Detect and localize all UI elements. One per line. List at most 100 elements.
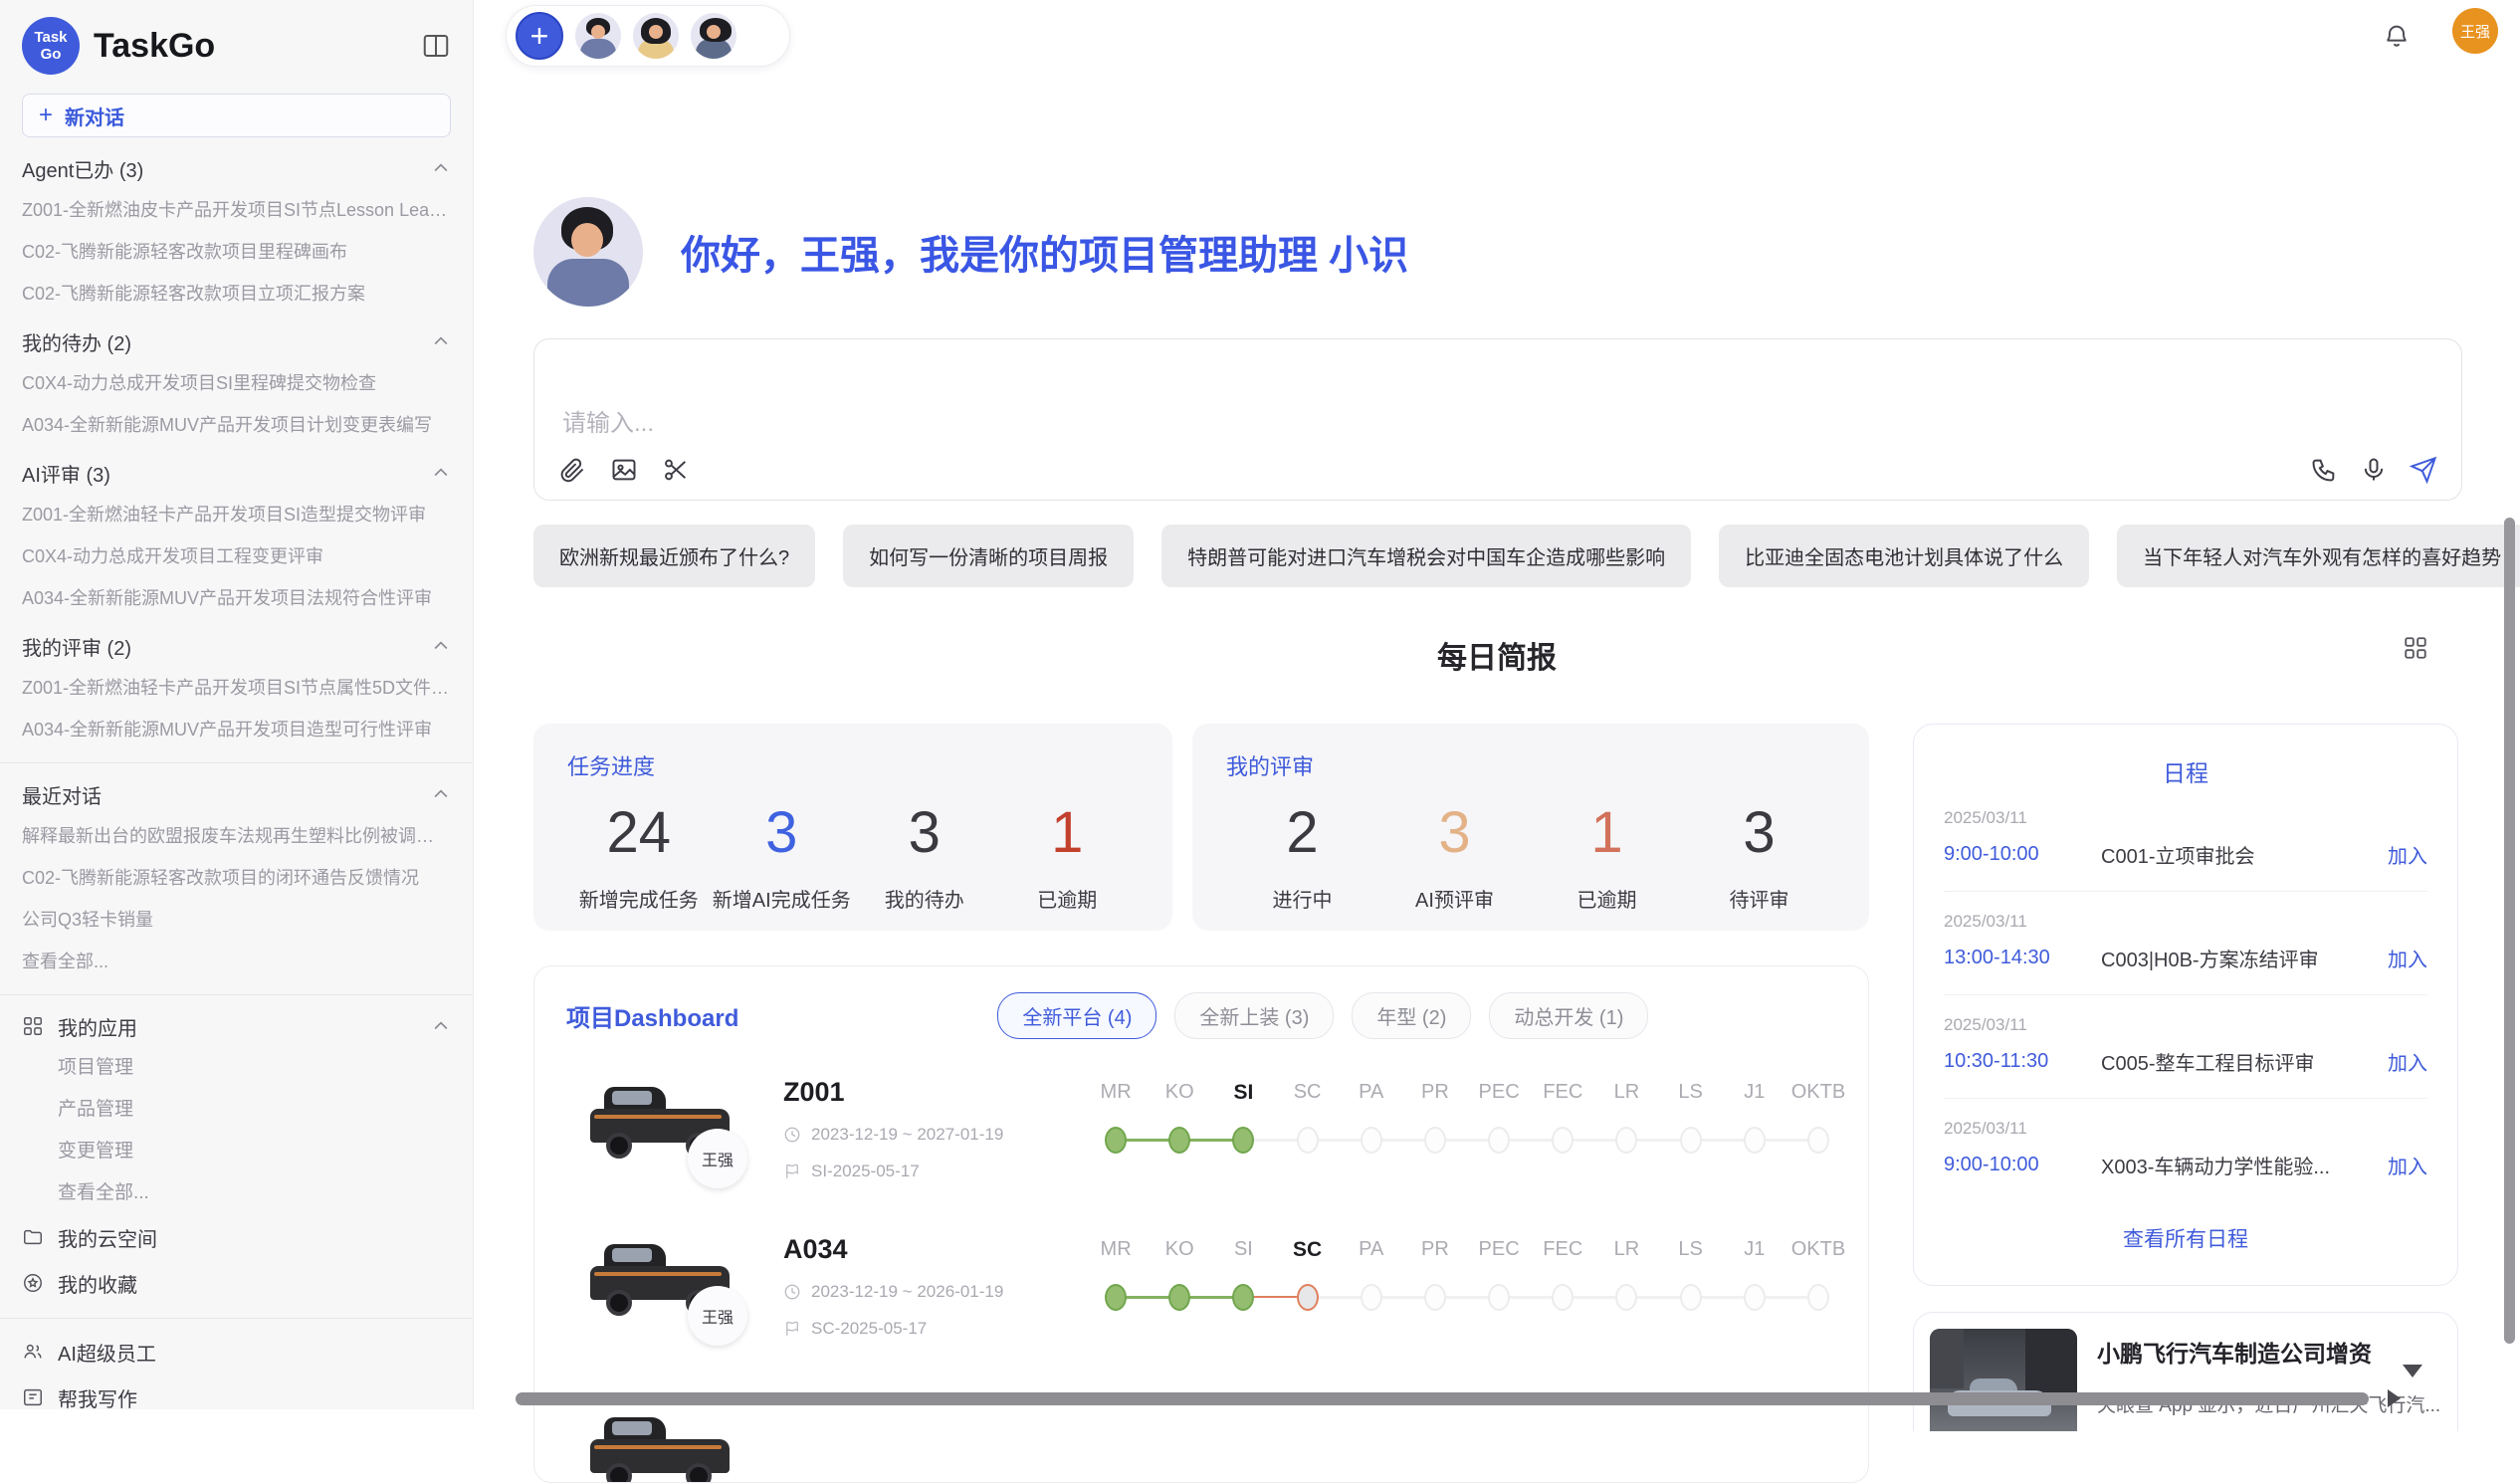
milestone-dot[interactable] <box>1552 1127 1574 1154</box>
milestone-dot[interactable] <box>1488 1284 1510 1311</box>
scroll-right-arrow[interactable] <box>2388 1389 2401 1407</box>
greeting-block: 你好，王强，我是你的项目管理助理 小识 <box>533 197 1408 307</box>
milestone-dot[interactable] <box>1168 1284 1190 1311</box>
suggestion-chip[interactable]: 比亚迪全固态电池计划具体说了什么 <box>1719 525 2089 587</box>
scroll-down-arrow[interactable] <box>2403 1365 2422 1377</box>
sidebar-item-tool[interactable]: 帮我写作 <box>22 1375 451 1409</box>
suggestion-chip[interactable]: 如何写一份清晰的项目周报 <box>843 525 1134 587</box>
dashboard-tab[interactable]: 全新平台 (4) <box>997 992 1156 1039</box>
milestone-dot[interactable] <box>1424 1284 1446 1311</box>
agent-avatar[interactable] <box>575 13 621 59</box>
sidebar-item-favorites[interactable]: 我的收藏 <box>22 1260 451 1306</box>
milestone-dot[interactable] <box>1105 1127 1127 1154</box>
list-item[interactable]: 查看全部... <box>22 1172 451 1214</box>
mic-icon[interactable] <box>2360 456 2388 484</box>
milestone-dot[interactable] <box>1807 1284 1829 1311</box>
milestone-dot[interactable] <box>1361 1284 1382 1311</box>
suggestion-chip[interactable]: 特朗普可能对进口汽车增税会对中国车企造成哪些影响 <box>1161 525 1691 587</box>
milestone-dot[interactable] <box>1105 1284 1127 1311</box>
agent-avatar[interactable] <box>691 13 736 59</box>
chevron-up-icon[interactable] <box>431 463 451 483</box>
stat-label: 已逾期 <box>996 884 1140 913</box>
milestone-dot[interactable] <box>1488 1127 1510 1154</box>
milestone-dot[interactable] <box>1744 1284 1766 1311</box>
list-item[interactable]: C02-飞腾新能源轻客改款项目里程碑画布 <box>22 231 451 273</box>
milestone-dot[interactable] <box>1615 1284 1637 1311</box>
list-item[interactable]: A034-全新新能源MUV产品开发项目造型可行性评审 <box>22 709 451 750</box>
sidebar-section-header[interactable]: AI评审 (3) <box>22 452 451 494</box>
list-item[interactable]: 变更管理 <box>22 1131 451 1172</box>
attachment-icon[interactable] <box>558 456 586 484</box>
list-item[interactable]: Z001-全新燃油皮卡产品开发项目SI节点Lesson Learn报告 <box>22 189 451 231</box>
news-card[interactable]: 小鹏飞行汽车制造公司增资 天眼查 App 显示，近日广州汇天飞行汽... <box>1913 1312 2458 1431</box>
chevron-up-icon[interactable] <box>431 784 451 804</box>
scissors-icon[interactable] <box>662 456 690 484</box>
join-link[interactable]: 加入 <box>2388 1047 2427 1076</box>
milestone-dot[interactable] <box>1615 1127 1637 1154</box>
sidebar-item-my-apps[interactable]: 我的应用 <box>22 1005 451 1047</box>
image-icon[interactable] <box>610 456 638 484</box>
list-item[interactable]: C02-飞腾新能源轻客改款项目的闭环通告反馈情况 <box>22 857 451 899</box>
milestone-dot[interactable] <box>1552 1284 1574 1311</box>
my-apps-row[interactable]: 我的应用 <box>22 1003 431 1049</box>
milestone-dot[interactable] <box>1680 1284 1702 1311</box>
sidebar-section-recent[interactable]: 最近对话 <box>22 773 451 815</box>
sidebar-collapse-icon[interactable] <box>421 31 451 61</box>
chevron-up-icon[interactable] <box>431 158 451 178</box>
chevron-up-icon[interactable] <box>431 636 451 656</box>
agent-avatar[interactable] <box>633 13 679 59</box>
milestone-dot[interactable] <box>1744 1127 1766 1154</box>
notification-bell-icon[interactable] <box>2383 22 2411 50</box>
milestone-dot[interactable] <box>1424 1127 1446 1154</box>
table-row <box>566 1381 1836 1441</box>
briefing-layout-icon[interactable] <box>2403 635 2428 661</box>
list-item[interactable]: C02-飞腾新能源轻客改款项目立项汇报方案 <box>22 273 451 315</box>
milestone-dot[interactable] <box>1807 1127 1829 1154</box>
suggestion-chip[interactable]: 欧洲新规最近颁布了什么? <box>533 525 815 587</box>
milestone-dot[interactable] <box>1168 1127 1190 1154</box>
sidebar-item-tool[interactable]: AI超级员工 <box>22 1329 451 1375</box>
milestone-dot[interactable] <box>1232 1127 1254 1154</box>
sidebar-item-cloud-space[interactable]: 我的云空间 <box>22 1214 451 1260</box>
list-item[interactable]: 解释最新出台的欧盟报废车法规再生塑料比例被调至15%... <box>22 815 451 857</box>
join-link[interactable]: 加入 <box>2388 1151 2427 1179</box>
milestone-dot[interactable] <box>1361 1127 1382 1154</box>
chat-input-box[interactable]: 请输入... <box>533 338 2462 501</box>
list-item[interactable]: C0X4-动力总成开发项目工程变更评审 <box>22 535 451 577</box>
sidebar-section-header[interactable]: 我的待办 (2) <box>22 320 451 362</box>
milestone-dot[interactable] <box>1297 1284 1319 1311</box>
sidebar-section-header[interactable]: 我的评审 (2) <box>22 625 451 667</box>
list-item[interactable]: Z001-全新燃油轻卡产品开发项目SI造型提交物评审 <box>22 494 451 535</box>
chevron-up-icon[interactable] <box>431 331 451 351</box>
milestone-dot[interactable] <box>1680 1127 1702 1154</box>
add-agent-button[interactable]: + <box>516 12 563 60</box>
list-item[interactable]: 查看全部... <box>22 941 451 982</box>
chevron-up-icon[interactable] <box>431 1016 451 1036</box>
milestone-dot[interactable] <box>1297 1127 1319 1154</box>
new-chat-button[interactable]: + 新对话 <box>22 94 451 137</box>
suggestion-chip[interactable]: 当下年轻人对汽车外观有怎样的喜好趋势 <box>2117 525 2520 587</box>
horizontal-scrollbar[interactable] <box>516 1392 2369 1405</box>
dashboard-tab[interactable]: 全新上装 (3) <box>1174 992 1334 1039</box>
dashboard-tab[interactable]: 年型 (2) <box>1352 992 1471 1039</box>
sidebar-section-header[interactable]: Agent已办 (3) <box>22 147 451 189</box>
dashboard-tab[interactable]: 动总开发 (1) <box>1489 992 1648 1039</box>
list-item[interactable]: Z001-全新燃油轻卡产品开发项目SI节点属性5D文件评审 <box>22 667 451 709</box>
join-link[interactable]: 加入 <box>2388 944 2427 972</box>
list-item[interactable]: 公司Q3轻卡销量 <box>22 899 451 941</box>
phone-icon[interactable] <box>2310 456 2338 484</box>
user-avatar[interactable]: 王强 <box>2452 8 2498 54</box>
section-title: AI评审 (3) <box>22 459 110 488</box>
list-item[interactable]: C0X4-动力总成开发项目SI里程碑提交物检查 <box>22 362 451 404</box>
send-icon[interactable] <box>2410 456 2437 484</box>
join-link[interactable]: 加入 <box>2388 840 2427 869</box>
project-rows: 王强Z0012023-12-19 ~ 2027-01-19SI-2025-05-… <box>566 1067 1836 1381</box>
list-item[interactable]: 项目管理 <box>22 1047 451 1089</box>
view-all-schedule-link[interactable]: 查看所有日程 <box>1944 1223 2427 1253</box>
vertical-scrollbar[interactable] <box>2504 518 2515 1344</box>
list-item[interactable]: 产品管理 <box>22 1089 451 1131</box>
milestone-dot[interactable] <box>1232 1284 1254 1311</box>
list-item[interactable]: A034-全新新能源MUV产品开发项目计划变更表编写 <box>22 404 451 446</box>
milestone-label: SI <box>1211 1081 1275 1111</box>
list-item[interactable]: A034-全新新能源MUV产品开发项目法规符合性评审 <box>22 577 451 619</box>
